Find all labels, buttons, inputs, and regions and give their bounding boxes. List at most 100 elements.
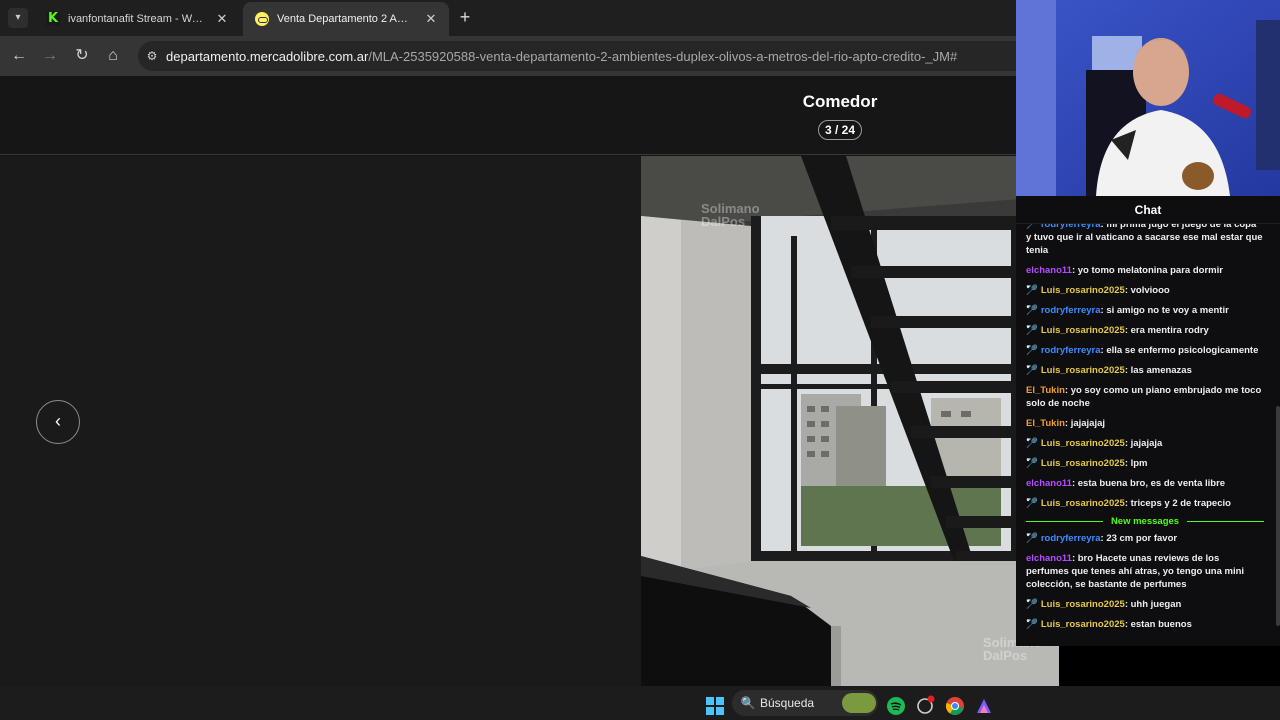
property-photo: Solimano DalPos Solimano DalPos — [641, 156, 1059, 686]
subscriber-badge-icon: 🏸 — [1026, 305, 1038, 316]
chat-username[interactable]: rodryferreyra — [1041, 224, 1101, 230]
chat-message: 🏸 Luis_rosarino2025: lpm — [1016, 457, 1274, 470]
new-tab-plus-icon[interactable]: + — [456, 8, 474, 28]
photo-duplex-living-room — [641, 156, 1059, 686]
watermark-line: DalPos — [701, 214, 746, 229]
taskbar-search-label: Búsqueda — [760, 696, 815, 710]
subscriber-badge-icon: 🏸 — [1026, 345, 1038, 356]
gallery-header: Comedor 3 / 24 — [0, 76, 1016, 155]
chat-username[interactable]: Luis_rosarino2025 — [1041, 325, 1125, 336]
tab-title: Venta Departamento 2 Ambientes — [277, 13, 417, 25]
chat-username[interactable]: El_Tukin — [1026, 418, 1065, 429]
chat-username[interactable]: El_Tukin — [1026, 385, 1065, 396]
windows-start-icon[interactable] — [706, 694, 724, 718]
url-domain: departamento.mercadolibre.com.ar — [166, 48, 369, 64]
tab-close-icon[interactable]: ✕ — [423, 11, 439, 27]
chat-message: elchano11: bro Hacete unas reviews de lo… — [1016, 552, 1274, 591]
gallery-title: Comedor — [802, 92, 878, 111]
site-info-icon[interactable]: ⚙ — [138, 49, 166, 63]
gallery-counter: 3 / 24 — [818, 120, 862, 140]
chat-text: : era mentira rodry — [1124, 325, 1209, 336]
chat-message: 🏸 Luis_rosarino2025: triceps y 2 de trape… — [1016, 497, 1274, 510]
chat-username[interactable]: Luis_rosarino2025 — [1041, 458, 1125, 469]
kick-favicon-icon: K — [46, 11, 60, 26]
chat-username[interactable]: elchano11 — [1026, 478, 1072, 489]
subscriber-badge-icon: 🏸 — [1026, 458, 1038, 469]
forward-arrow-icon[interactable]: → — [38, 44, 62, 68]
subscriber-badge-icon: 🏸 — [1026, 498, 1038, 509]
subscriber-badge-icon: 🏸 — [1026, 365, 1038, 376]
search-icon: 🔍 — [740, 696, 756, 710]
url-path: /MLA-2535920588-venta-departamento-2-amb… — [368, 48, 958, 64]
chat-text: : jajajaja — [1124, 438, 1163, 449]
desktop-background — [1059, 646, 1280, 686]
chat-username[interactable]: rodryferreyra — [1041, 533, 1101, 544]
chat-username[interactable]: elchano11 — [1026, 553, 1072, 564]
tab-kick-stream[interactable]: K ivanfontanafit Stream - Watch Live ✕ — [34, 2, 240, 36]
stream-chat-panel: Chat 🏸 rodryferreyra: mi prima jugo el ju… — [1016, 196, 1280, 646]
chat-message-list[interactable]: 🏸 rodryferreyra: mi prima jugo el juego d… — [1016, 224, 1274, 646]
copilot-app-icon[interactable] — [975, 694, 993, 718]
divider-line — [1026, 521, 1103, 522]
home-icon[interactable]: ⌂ — [101, 44, 125, 68]
chat-username[interactable]: Luis_rosarino2025 — [1041, 365, 1125, 376]
new-messages-label: New messages — [1110, 516, 1180, 527]
browser-tab-bar: ▾ K ivanfontanafit Stream - Watch Live ✕… — [0, 0, 1016, 36]
chat-username[interactable]: Luis_rosarino2025 — [1041, 438, 1125, 449]
subscriber-badge-icon: 🏸 — [1026, 533, 1038, 544]
watermark-line: DalPos — [983, 648, 1028, 663]
chat-message: 🏸 Luis_rosarino2025: jajajaja — [1016, 437, 1274, 450]
chat-text: : ella se enfermo psicologicamente — [1100, 345, 1259, 356]
reload-icon[interactable]: ↻ — [70, 44, 94, 68]
chat-username[interactable]: Luis_rosarino2025 — [1041, 285, 1125, 296]
subscriber-badge-icon: 🏸 — [1026, 599, 1038, 610]
chat-message: 🏸 rodryferreyra: ella se enfermo psicolog… — [1016, 344, 1274, 357]
mercadolibre-favicon-icon — [255, 12, 269, 26]
streamer-webcam — [1016, 0, 1280, 196]
previous-photo-button[interactable]: ‹ — [36, 400, 80, 444]
windows-taskbar: 🔍 Búsqueda — [0, 686, 1280, 720]
tab-close-icon[interactable]: ✕ — [214, 11, 230, 27]
chevron-left-icon: ‹ — [55, 411, 61, 431]
chat-header: Chat — [1016, 196, 1280, 224]
subscriber-badge-icon: 🏸 — [1026, 619, 1038, 630]
chat-message: 🏸 Luis_rosarino2025: uhh juegan — [1016, 598, 1274, 611]
chat-text: : yo tomo melatonina para dormir — [1071, 265, 1223, 276]
chat-username[interactable]: Luis_rosarino2025 — [1041, 498, 1125, 509]
chat-text: : jajajajaj — [1064, 418, 1106, 429]
chat-message: elchano11: yo tomo melatonina para dormi… — [1016, 264, 1274, 277]
subscriber-badge-icon: 🏸 — [1026, 224, 1038, 230]
subscriber-badge-icon: 🏸 — [1026, 285, 1038, 296]
chat-message: 🏸 rodryferreyra: si amigo no te voy a men… — [1016, 304, 1274, 317]
watermark-top: Solimano DalPos — [701, 202, 760, 228]
chat-username[interactable]: Luis_rosarino2025 — [1041, 619, 1125, 630]
chat-message: 🏸 Luis_rosarino2025: era mentira rodry — [1016, 324, 1274, 337]
chat-message: 🏸 Luis_rosarino2025: volviooo — [1016, 284, 1274, 297]
tab-title: ivanfontanafit Stream - Watch Live — [68, 13, 208, 25]
back-arrow-icon[interactable]: ← — [7, 44, 31, 68]
spotify-icon[interactable] — [887, 694, 905, 718]
chat-username[interactable]: Luis_rosarino2025 — [1041, 599, 1125, 610]
chat-username[interactable]: rodryferreyra — [1041, 305, 1101, 316]
chat-message: 🏸 rodryferreyra: 23 cm por favor — [1016, 532, 1274, 545]
gallery-viewer: ‹ Solimano DalPos Solimano DalPos — [0, 156, 1059, 686]
subscriber-badge-icon: 🏸 — [1026, 325, 1038, 336]
tab-mercadolibre[interactable]: Venta Departamento 2 Ambientes ✕ — [243, 2, 449, 36]
tab-search-chevron-icon[interactable]: ▾ — [8, 8, 28, 28]
chat-text: : las amenazas — [1124, 365, 1192, 376]
chat-scrollbar[interactable] — [1276, 406, 1280, 626]
chat-text: : volviooo — [1124, 285, 1170, 296]
chat-message: 🏸 rodryferreyra: mi prima jugo el juego d… — [1016, 224, 1274, 257]
app-with-notification-icon[interactable] — [916, 693, 936, 717]
chat-message: 🏸 Luis_rosarino2025: las amenazas — [1016, 364, 1274, 377]
address-bar[interactable]: ⚙ departamento.mercadolibre.com.ar/MLA-2… — [138, 41, 1016, 71]
chat-text: : esta buena bro, es de venta libre — [1071, 478, 1226, 489]
chrome-icon[interactable] — [946, 694, 964, 718]
chat-username[interactable]: rodryferreyra — [1041, 345, 1101, 356]
chat-message: El_Tukin: yo soy como un piano embrujado… — [1016, 384, 1274, 410]
chat-text: : estan buenos — [1124, 619, 1192, 630]
chat-username[interactable]: elchano11 — [1026, 265, 1072, 276]
taskbar-search[interactable]: 🔍 Búsqueda — [732, 690, 878, 716]
search-highlight-image-icon — [842, 693, 876, 713]
subscriber-badge-icon: 🏸 — [1026, 438, 1038, 449]
